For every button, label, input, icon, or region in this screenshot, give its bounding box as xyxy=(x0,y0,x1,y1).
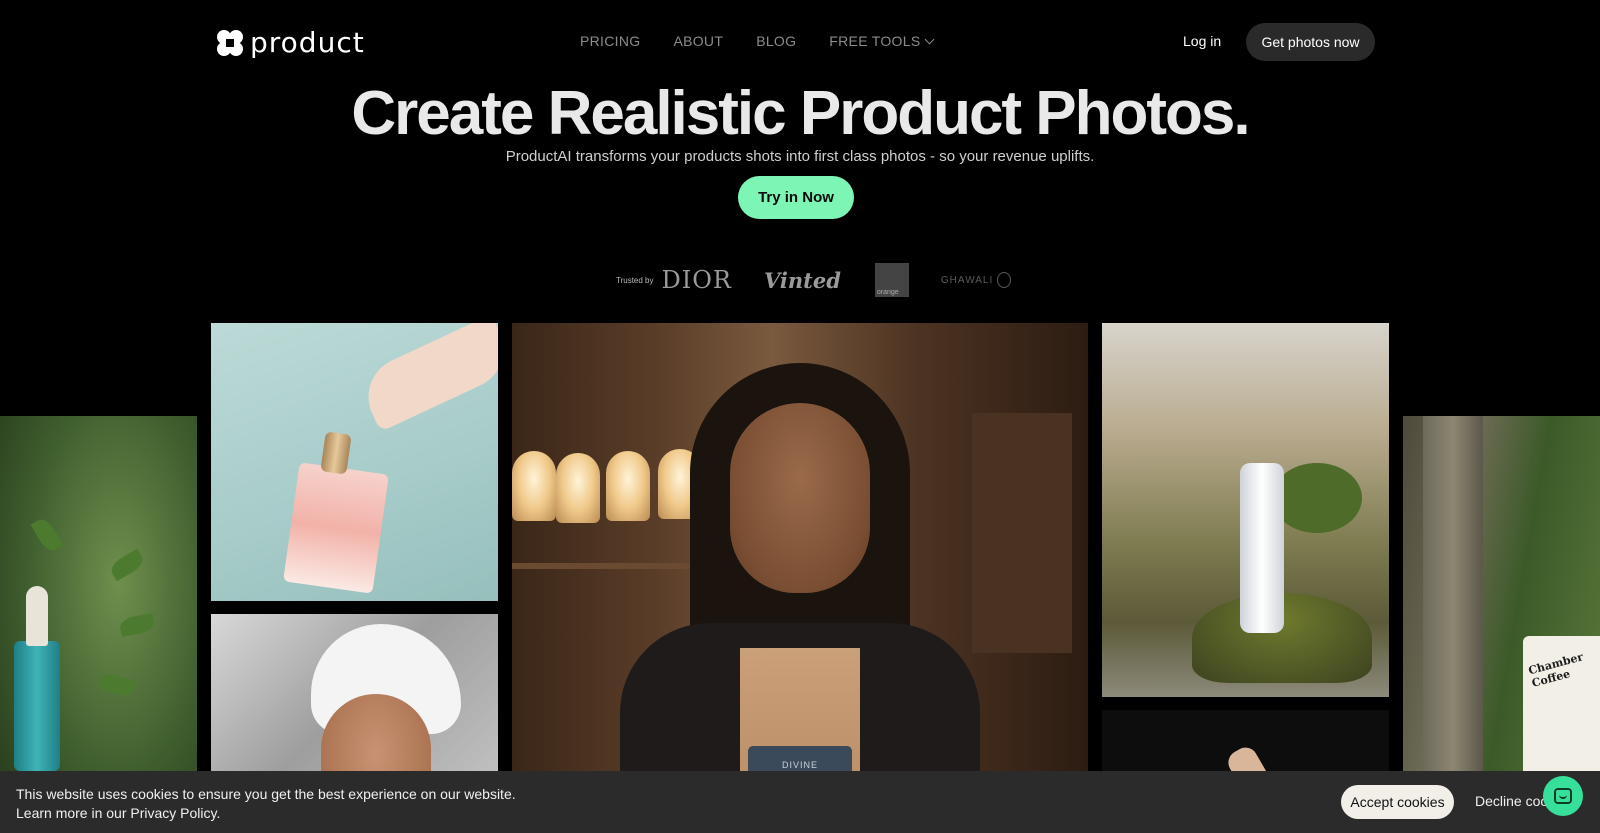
perfume-bottle xyxy=(283,462,389,594)
nav-free-tools-label: FREE TOOLS xyxy=(829,33,921,49)
leaf-shape xyxy=(97,670,137,700)
cookie-message: This website uses cookies to ensure you … xyxy=(16,785,516,823)
gel-bottle xyxy=(1240,463,1284,633)
vinted-logo: Vinted xyxy=(763,267,841,293)
lamp-shape xyxy=(512,451,556,521)
try-now-button[interactable]: Try in Now xyxy=(738,176,854,219)
chevron-down-icon xyxy=(925,34,935,44)
serum-dropper xyxy=(26,586,48,646)
privacy-policy-link[interactable]: Learn more in our Privacy Policy. xyxy=(16,804,516,823)
hand-shape xyxy=(355,323,498,432)
main-nav: PRICING ABOUT BLOG FREE TOOLS xyxy=(580,33,935,49)
nav-about[interactable]: ABOUT xyxy=(673,33,723,49)
cookie-message-line1: This website uses cookies to ensure you … xyxy=(16,786,516,802)
serum-bottle xyxy=(14,641,60,771)
perfume-cap xyxy=(320,431,352,475)
ghawali-logo-text: GHAWALI xyxy=(940,274,994,286)
leaf-shape xyxy=(30,515,64,555)
face-shape xyxy=(730,403,870,593)
cabinet-shape xyxy=(972,413,1072,653)
chat-icon xyxy=(1554,788,1572,804)
ghawali-logo: GHAWALI xyxy=(940,272,1012,288)
logo-icon xyxy=(217,29,243,56)
perfume-bottle-photo xyxy=(211,323,498,601)
trusted-by-strip: Trusted by DIOR Vinted orange GHAWALI xyxy=(616,262,1012,298)
site-header: product PRICING ABOUT BLOG FREE TOOLS Lo… xyxy=(0,0,1600,84)
lamp-shape xyxy=(556,453,600,523)
shelf-shape xyxy=(512,563,692,569)
decline-cookies-button[interactable]: Decline coo xyxy=(1475,793,1548,809)
nav-free-tools[interactable]: FREE TOOLS xyxy=(829,33,935,49)
hero-subtitle: ProductAI transforms your products shots… xyxy=(505,148,1095,165)
orange-logo-text: orange xyxy=(876,289,899,296)
logo[interactable]: product xyxy=(216,26,365,59)
lamp-shape xyxy=(606,451,650,521)
woman-holding-coffee-bag-photo: DIVINE xyxy=(512,323,1088,833)
nav-blog[interactable]: BLOG xyxy=(756,33,796,49)
dior-logo: DIOR xyxy=(661,266,732,294)
forest-bottle-photo xyxy=(1102,323,1389,697)
leaf-shape xyxy=(107,548,147,582)
trusted-by-label: Trusted by xyxy=(616,275,654,285)
accept-cookies-button[interactable]: Accept cookies xyxy=(1341,785,1454,819)
ghawali-emblem-icon xyxy=(997,272,1012,288)
get-photos-button[interactable]: Get photos now xyxy=(1246,23,1375,61)
nav-pricing[interactable]: PRICING xyxy=(580,33,640,49)
cookie-banner: This website uses cookies to ensure you … xyxy=(0,771,1600,833)
leaf-shape xyxy=(118,613,156,637)
chat-launcher-button[interactable] xyxy=(1543,776,1583,816)
login-link[interactable]: Log in xyxy=(1183,33,1221,49)
logo-text: product xyxy=(250,26,365,59)
orange-logo: orange xyxy=(874,263,909,297)
tree-shape xyxy=(1272,463,1362,533)
hero-title: Create Realistic Product Photos. xyxy=(351,79,1250,148)
